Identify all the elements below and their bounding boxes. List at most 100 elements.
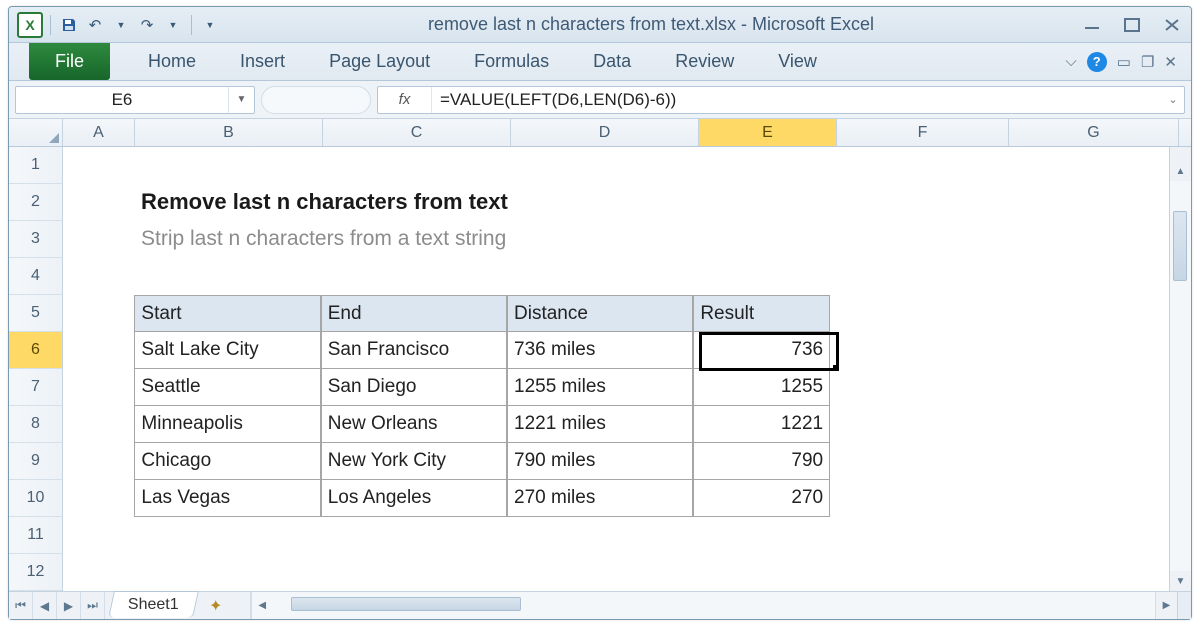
sheet-nav-prev-icon[interactable]: ◀: [33, 592, 57, 619]
spreadsheet-grid: A B C D E F G 123456789101112 Remove las…: [9, 119, 1191, 619]
workbook-close-icon[interactable]: ✕: [1164, 53, 1177, 71]
cell-start[interactable]: Seattle: [134, 369, 320, 406]
cell-end[interactable]: San Francisco: [321, 332, 507, 369]
tab-page-layout[interactable]: Page Layout: [321, 45, 438, 78]
column-header-a[interactable]: A: [63, 119, 135, 146]
cell-end[interactable]: New York City: [321, 443, 507, 480]
tab-formulas[interactable]: Formulas: [466, 45, 557, 78]
row-header-11[interactable]: 11: [9, 517, 62, 554]
cell-result[interactable]: 1221: [693, 406, 830, 443]
qat-customize-icon[interactable]: ▼: [199, 14, 221, 36]
cell-distance[interactable]: 270 miles: [507, 480, 693, 517]
file-tab[interactable]: File: [29, 43, 110, 80]
cell-result[interactable]: 736: [693, 332, 830, 369]
row-header-2[interactable]: 2: [9, 184, 62, 221]
row-header-1[interactable]: 1: [9, 147, 62, 184]
cell-distance[interactable]: 736 miles: [507, 332, 693, 369]
name-box-value[interactable]: E6: [16, 90, 228, 110]
name-box[interactable]: E6 ▼: [15, 86, 255, 114]
column-headers: A B C D E F G: [9, 119, 1191, 147]
close-button[interactable]: [1161, 16, 1183, 34]
scroll-right-icon[interactable]: ▶: [1155, 592, 1177, 619]
cell-result[interactable]: 790: [693, 443, 830, 480]
table-header-distance[interactable]: Distance: [507, 295, 693, 332]
cells-area[interactable]: Remove last n characters from text Strip…: [63, 147, 1169, 591]
tab-home[interactable]: Home: [140, 45, 204, 78]
cell-start[interactable]: Salt Lake City: [134, 332, 320, 369]
tab-view[interactable]: View: [770, 45, 825, 78]
row-header-12[interactable]: 12: [9, 554, 62, 591]
cell-start[interactable]: Minneapolis: [134, 406, 320, 443]
workbook-restore-icon[interactable]: ❐: [1141, 53, 1154, 71]
cell-end[interactable]: San Diego: [321, 369, 507, 406]
table-header-start[interactable]: Start: [134, 295, 320, 332]
column-header-e[interactable]: E: [699, 119, 837, 146]
cell-result[interactable]: 270: [693, 480, 830, 517]
formula-bar-spacer: [261, 86, 371, 114]
fx-icon[interactable]: fx: [378, 87, 432, 113]
row-header-6[interactable]: 6: [9, 332, 62, 369]
hscroll-thumb[interactable]: [291, 597, 521, 611]
row-header-8[interactable]: 8: [9, 406, 62, 443]
select-all-button[interactable]: [9, 119, 63, 146]
column-header-f[interactable]: F: [837, 119, 1009, 146]
sheet-nav-next-icon[interactable]: ▶: [57, 592, 81, 619]
sheet-nav-first-icon[interactable]: ⏮: [9, 592, 33, 619]
row-header-5[interactable]: 5: [9, 295, 62, 332]
column-header-c[interactable]: C: [323, 119, 511, 146]
redo-icon[interactable]: ↷: [136, 14, 158, 36]
workbook-minimize-icon[interactable]: ▭: [1117, 53, 1131, 71]
scroll-left-icon[interactable]: ◀: [251, 592, 273, 619]
ribbon: File Home Insert Page Layout Formulas Da…: [9, 43, 1191, 81]
save-icon[interactable]: [58, 14, 80, 36]
cell-end[interactable]: New Orleans: [321, 406, 507, 443]
row-headers: 123456789101112: [9, 147, 63, 591]
scroll-up-icon[interactable]: ▲: [1170, 161, 1191, 181]
vscroll-track[interactable]: [1170, 181, 1191, 571]
cell-start[interactable]: Las Vegas: [134, 480, 320, 517]
qat-separator: [50, 15, 51, 35]
vscroll-thumb[interactable]: [1173, 211, 1187, 281]
column-header-d[interactable]: D: [511, 119, 699, 146]
row-header-10[interactable]: 10: [9, 480, 62, 517]
redo-dropdown-icon[interactable]: ▼: [162, 14, 184, 36]
name-box-dropdown-icon[interactable]: ▼: [228, 87, 254, 113]
undo-dropdown-icon[interactable]: ▼: [110, 14, 132, 36]
hsplit-handle[interactable]: [1177, 592, 1191, 619]
row-header-7[interactable]: 7: [9, 369, 62, 406]
row-header-3[interactable]: 3: [9, 221, 62, 258]
row-header-9[interactable]: 9: [9, 443, 62, 480]
tab-review[interactable]: Review: [667, 45, 742, 78]
table-header-result[interactable]: Result: [693, 295, 830, 332]
formula-box[interactable]: fx =VALUE(LEFT(D6,LEN(D6)-6)) ⌄: [377, 86, 1185, 114]
qat-separator: [191, 15, 192, 35]
tab-insert[interactable]: Insert: [232, 45, 293, 78]
cell-start[interactable]: Chicago: [134, 443, 320, 480]
help-icon[interactable]: ?: [1087, 52, 1107, 72]
formula-input[interactable]: =VALUE(LEFT(D6,LEN(D6)-6)): [432, 90, 1162, 110]
table-header-end[interactable]: End: [321, 295, 507, 332]
row-header-4[interactable]: 4: [9, 258, 62, 295]
tab-data[interactable]: Data: [585, 45, 639, 78]
horizontal-scrollbar[interactable]: ◀: [250, 592, 1155, 619]
new-sheet-icon[interactable]: ✦: [202, 592, 230, 619]
cell-distance[interactable]: 1221 miles: [507, 406, 693, 443]
undo-icon[interactable]: ↶: [84, 14, 106, 36]
sheet-subtitle[interactable]: Strip last n characters from a text stri…: [135, 221, 835, 258]
cell-result[interactable]: 1255: [693, 369, 830, 406]
minimize-button[interactable]: [1081, 16, 1103, 34]
formula-expand-icon[interactable]: ⌄: [1162, 93, 1184, 106]
sheet-nav-last-icon[interactable]: ⏭: [81, 592, 105, 619]
cell-distance[interactable]: 790 miles: [507, 443, 693, 480]
ribbon-minimize-icon[interactable]: ⌵: [1065, 53, 1076, 70]
cell-distance[interactable]: 1255 miles: [507, 369, 693, 406]
excel-app-icon[interactable]: X: [17, 12, 43, 38]
column-header-g[interactable]: G: [1009, 119, 1179, 146]
column-header-b[interactable]: B: [135, 119, 323, 146]
cell-end[interactable]: Los Angeles: [321, 480, 507, 517]
sheet-title[interactable]: Remove last n characters from text: [135, 184, 835, 221]
sheet-tab[interactable]: Sheet1: [108, 591, 198, 618]
scroll-down-icon[interactable]: ▼: [1170, 571, 1191, 591]
vertical-scrollbar[interactable]: ▲ ▼: [1169, 147, 1191, 591]
maximize-button[interactable]: [1121, 16, 1143, 34]
